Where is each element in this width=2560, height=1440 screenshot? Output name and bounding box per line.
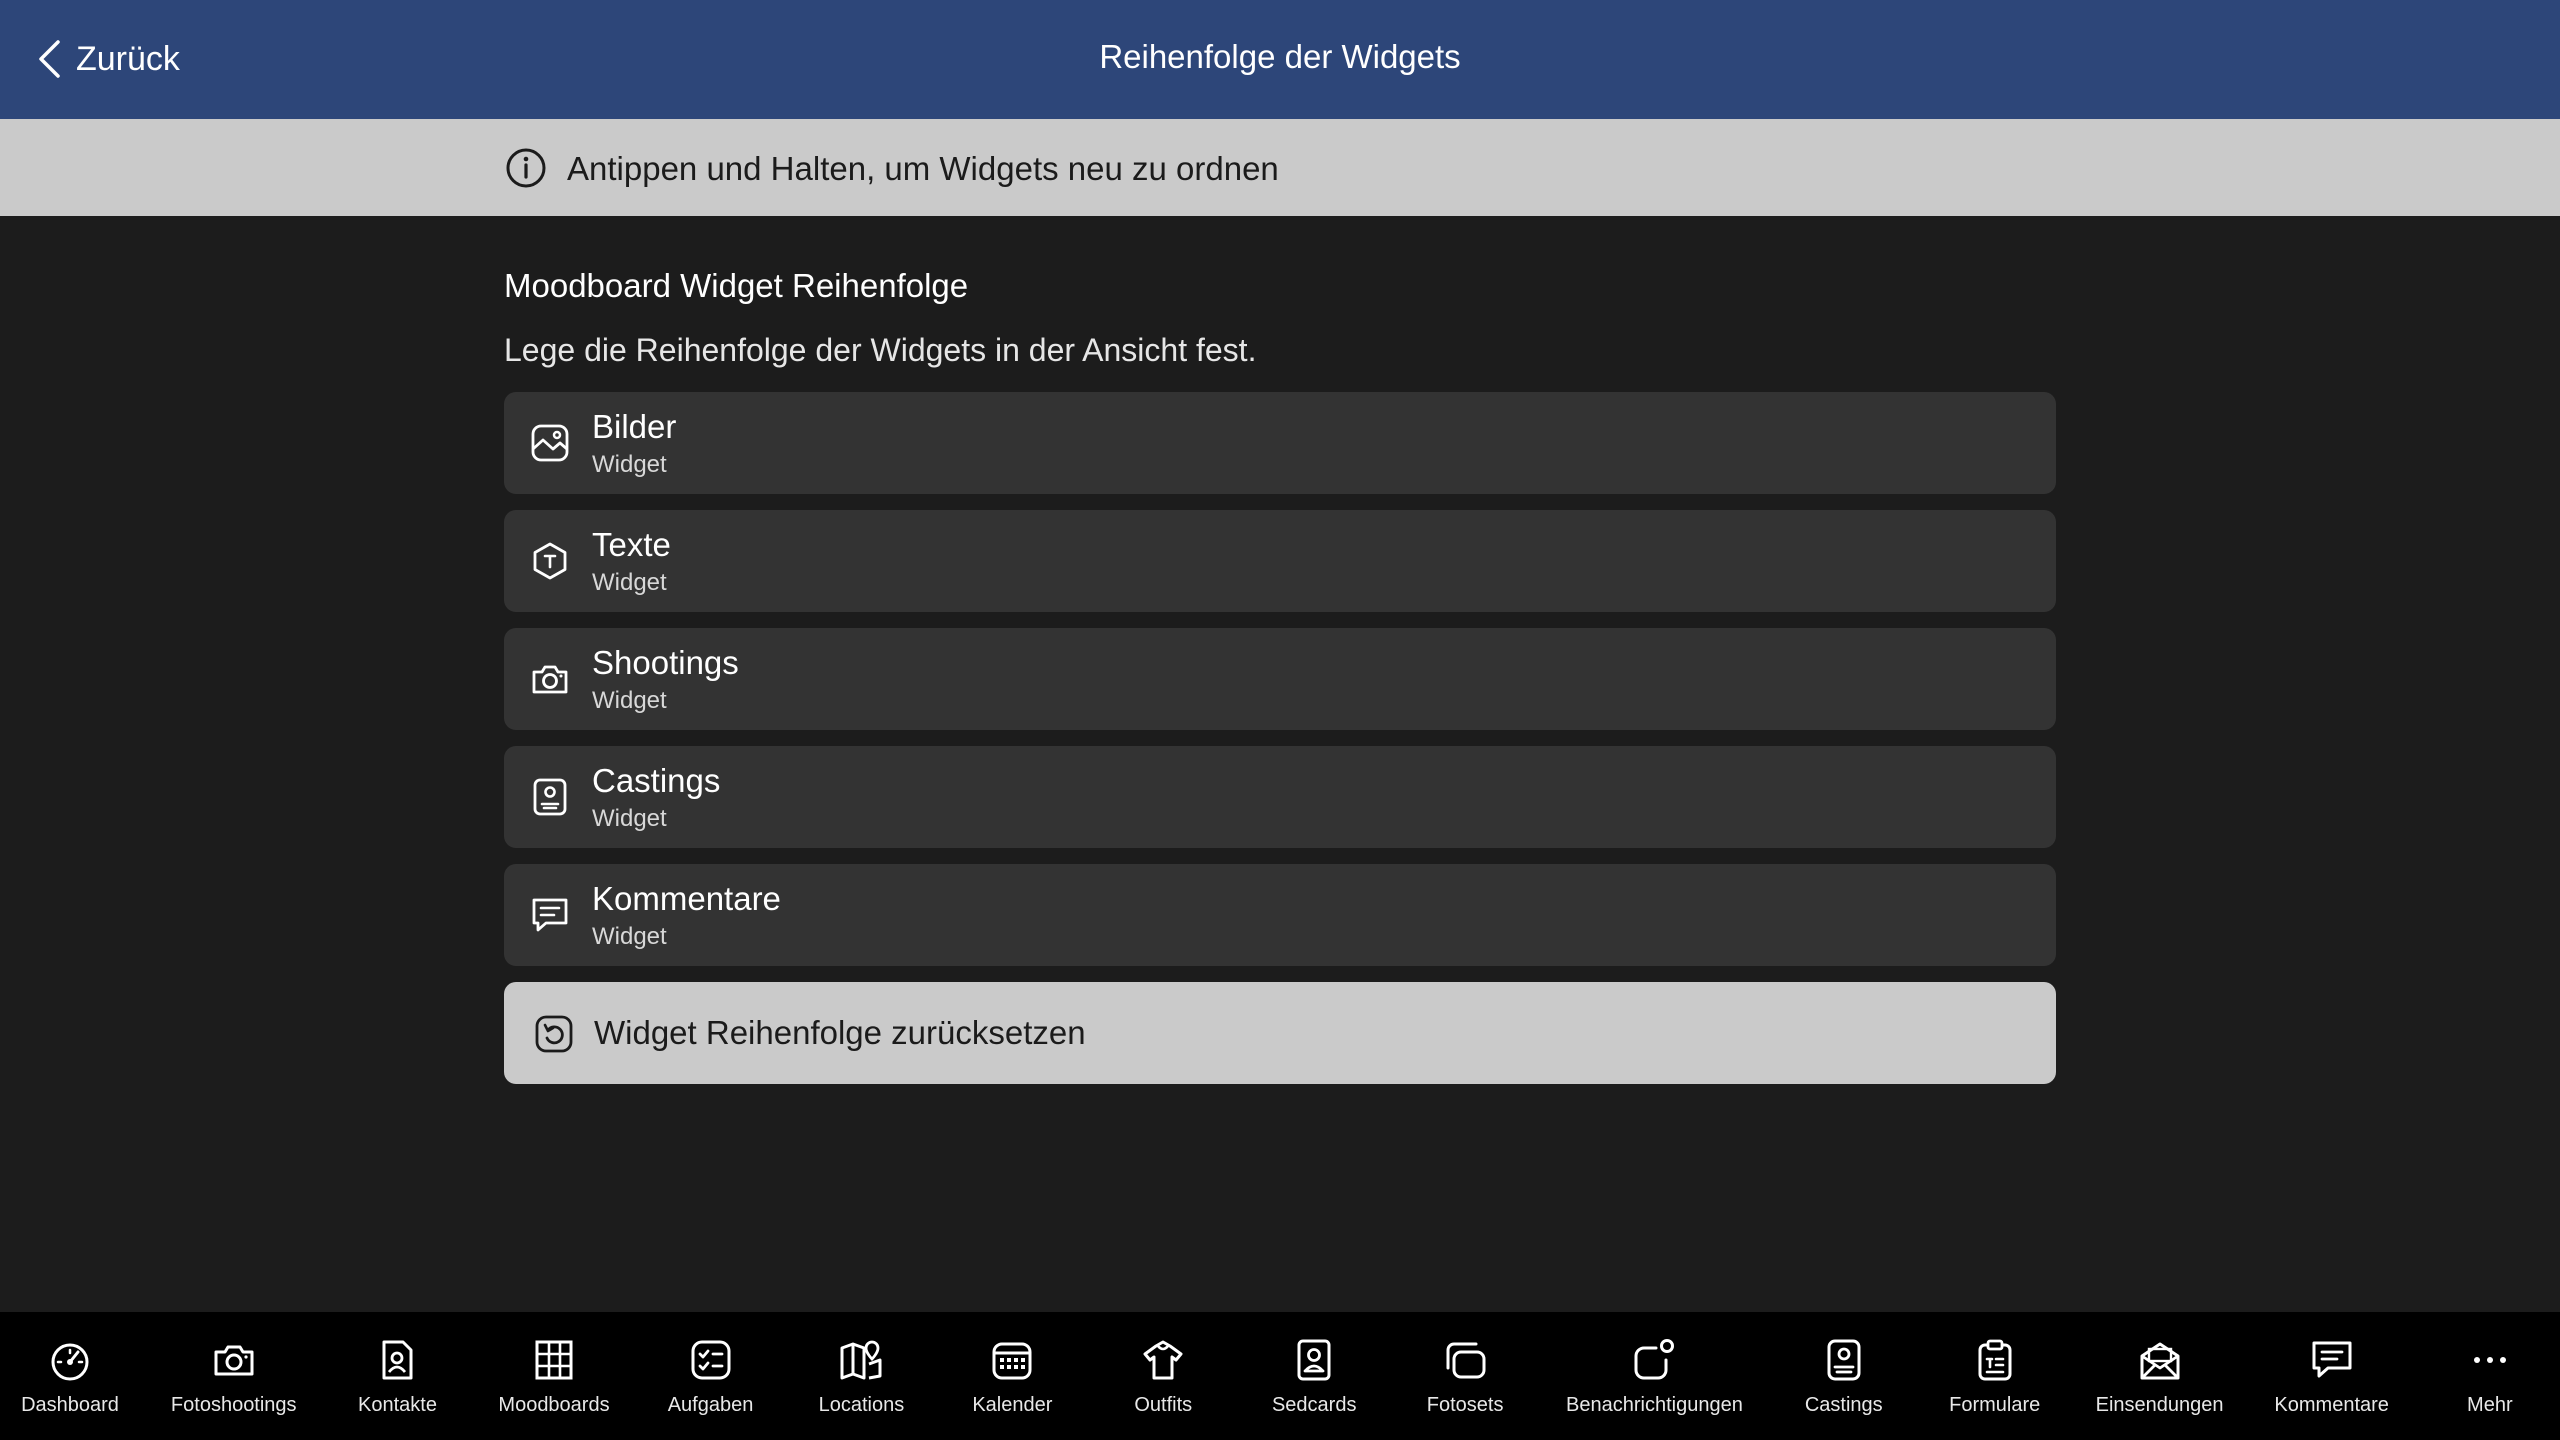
widget-subtitle: Widget	[592, 923, 667, 950]
image-icon	[530, 423, 570, 463]
tab-einsendungen[interactable]: Einsendungen	[2096, 1312, 2224, 1440]
tab-label: Formulare	[1949, 1394, 2041, 1416]
widget-subtitle: Widget	[592, 451, 667, 478]
tab-label: Dashboard	[21, 1394, 119, 1416]
tab-kommentare[interactable]: Kommentare	[2274, 1312, 2389, 1440]
tab-benachrichtigungen[interactable]: Benachrichtigungen	[1566, 1312, 1743, 1440]
camera-icon	[212, 1338, 256, 1382]
reset-label: Widget Reihenfolge zurücksetzen	[594, 1014, 1086, 1051]
id-card-icon	[530, 777, 570, 817]
tab-moodboards[interactable]: Moodboards	[498, 1312, 610, 1440]
widget-list: Bilder Widget Texte Widget Shootings Wid…	[504, 392, 2056, 982]
tab-mehr[interactable]: Mehr	[2440, 1312, 2540, 1440]
calendar-icon	[990, 1338, 1034, 1382]
comment-icon	[2310, 1338, 2354, 1382]
shirt-icon	[1141, 1338, 1185, 1382]
widget-row-castings[interactable]: Castings Widget	[504, 746, 2056, 848]
widget-subtitle: Widget	[592, 569, 667, 596]
tab-outfits[interactable]: Outfits	[1113, 1312, 1213, 1440]
widget-row-kommentare[interactable]: Kommentare Widget	[504, 864, 2056, 966]
tab-fotosets[interactable]: Fotosets	[1415, 1312, 1515, 1440]
checklist-icon	[689, 1338, 733, 1382]
contact-icon	[375, 1338, 419, 1382]
widget-title: Shootings	[592, 644, 739, 681]
tab-fotoshootings[interactable]: Fotoshootings	[171, 1312, 297, 1440]
widget-title: Bilder	[592, 408, 677, 445]
widget-title: Texte	[592, 526, 671, 563]
widget-title: Kommentare	[592, 880, 781, 917]
photo-stack-icon	[1443, 1338, 1487, 1382]
tab-aufgaben[interactable]: Aufgaben	[661, 1312, 761, 1440]
reset-icon	[534, 1014, 574, 1054]
tab-label: Kalender	[972, 1394, 1053, 1416]
tab-label: Locations	[818, 1394, 905, 1416]
tab-kalender[interactable]: Kalender	[962, 1312, 1062, 1440]
widget-subtitle: Widget	[592, 805, 667, 832]
tab-formulare[interactable]: Formulare	[1945, 1312, 2045, 1440]
sedcard-icon	[1292, 1338, 1336, 1382]
tab-kontakte[interactable]: Kontakte	[347, 1312, 447, 1440]
widget-row-shootings[interactable]: Shootings Widget	[504, 628, 2056, 730]
reset-order-button[interactable]: Widget Reihenfolge zurücksetzen	[504, 982, 2056, 1084]
camera-icon	[530, 659, 570, 699]
tab-castings[interactable]: Castings	[1794, 1312, 1894, 1440]
tab-label: Kontakte	[358, 1394, 437, 1416]
tab-bar: Dashboard Fotoshootings Kontakte Moodboa…	[0, 1312, 2560, 1440]
notification-icon	[1632, 1338, 1676, 1382]
section-title: Moodboard Widget Reihenfolge	[504, 267, 969, 304]
page-title: Reihenfolge der Widgets	[1099, 38, 1461, 75]
tab-locations[interactable]: Locations	[811, 1312, 911, 1440]
envelope-icon	[2138, 1338, 2182, 1382]
widget-row-bilder[interactable]: Bilder Widget	[504, 392, 2056, 494]
clipboard-icon	[1973, 1338, 2017, 1382]
tab-label: Fotoshootings	[170, 1394, 297, 1416]
more-icon	[2468, 1338, 2512, 1382]
info-icon	[505, 147, 547, 189]
tab-sedcards[interactable]: Sedcards	[1264, 1312, 1364, 1440]
tab-label: Castings	[1804, 1394, 1883, 1416]
tab-label: Benachrichtigungen	[1566, 1394, 1743, 1416]
tab-dashboard[interactable]: Dashboard	[20, 1312, 120, 1440]
grid-icon	[532, 1338, 576, 1382]
map-icon	[839, 1338, 883, 1382]
hint-banner	[0, 119, 2560, 216]
speedometer-icon	[48, 1338, 92, 1382]
tab-label: Outfits	[1134, 1394, 1193, 1416]
widget-title: Castings	[592, 762, 721, 799]
navigation-bar: Zurück Reihenfolge der Widgets	[0, 0, 2560, 119]
tab-label: Mehr	[2467, 1394, 2513, 1416]
tab-label: Aufgaben	[667, 1394, 754, 1416]
section-description: Lege die Reihenfolge der Widgets in der …	[504, 332, 1257, 368]
tab-label: Sedcards	[1271, 1394, 1357, 1416]
tab-label: Einsendungen	[2095, 1394, 2224, 1416]
text-hexagon-icon	[530, 541, 570, 581]
widget-row-texte[interactable]: Texte Widget	[504, 510, 2056, 612]
widget-subtitle: Widget	[592, 687, 667, 714]
tab-label: Moodboards	[498, 1394, 610, 1416]
comment-icon	[530, 895, 570, 935]
tab-label: Fotosets	[1426, 1394, 1504, 1416]
id-card-icon	[1822, 1338, 1866, 1382]
hint-text: Antippen und Halten, um Widgets neu zu o…	[567, 150, 1279, 187]
tab-label: Kommentare	[2274, 1394, 2389, 1416]
